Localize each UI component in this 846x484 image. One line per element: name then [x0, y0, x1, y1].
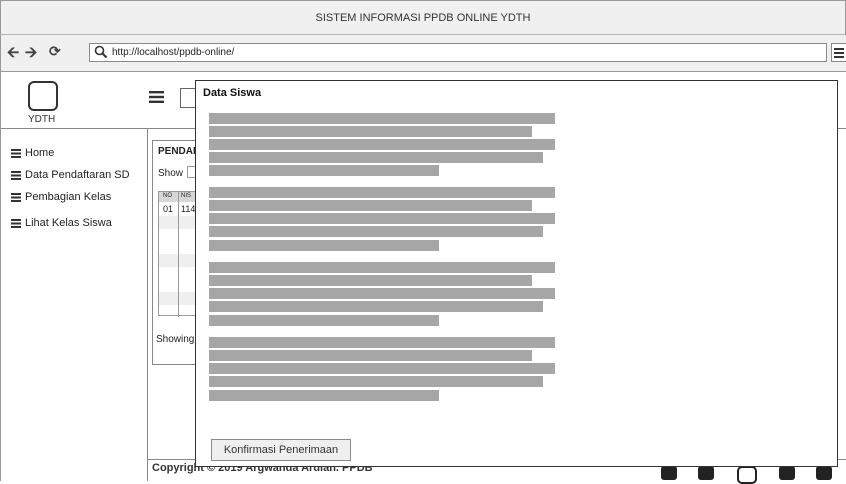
text-placeholder-line	[209, 337, 555, 348]
sidebar-divider	[147, 129, 148, 481]
text-placeholder-line	[209, 363, 555, 374]
column-divider	[178, 192, 179, 317]
text-placeholder-line	[209, 200, 532, 211]
text-placeholder-line	[209, 213, 555, 224]
konfirmasi-penerimaan-button[interactable]: Konfirmasi Penerimaan	[211, 439, 351, 461]
table-header-cell: NIS	[181, 193, 192, 199]
table-cell: 114	[181, 204, 196, 214]
reload-icon[interactable]: ⟳	[49, 44, 61, 59]
text-placeholder-line	[209, 240, 439, 251]
back-arrow-icon[interactable]: 🡨	[7, 45, 19, 60]
text-placeholder-line	[209, 165, 439, 176]
sidebar-item-label: Pembagian Kelas	[25, 191, 112, 203]
sidebar-item-home[interactable]: Home	[11, 147, 54, 159]
text-placeholder-line	[209, 226, 543, 237]
logo-text: YDTH	[28, 114, 56, 125]
rss-icon[interactable]	[661, 466, 677, 480]
sidebar-item-lihat-kelas[interactable]: Lihat Kelas Siswa	[11, 217, 112, 229]
sidebar: Home Data Pendaftaran SD Pembagian Kelas…	[1, 129, 147, 481]
search-icon	[94, 45, 108, 59]
address-bar[interactable]: http://localhost/ppdb-online/	[89, 43, 827, 62]
google-plus-icon[interactable]	[698, 466, 714, 480]
data-siswa-modal: Data Siswa Konfirmasi Penerimaan	[195, 80, 838, 467]
text-placeholder-line	[209, 139, 555, 150]
instagram-icon[interactable]	[737, 466, 757, 484]
facebook-icon[interactable]	[779, 466, 795, 480]
text-placeholder-line	[209, 152, 543, 163]
window-title: SISTEM INFORMASI PPDB ONLINE YDTH	[315, 11, 531, 24]
menu-lines-icon	[11, 170, 21, 180]
text-placeholder-line	[209, 187, 555, 198]
modal-title: Data Siswa	[203, 87, 262, 99]
twitter-icon[interactable]	[816, 466, 832, 480]
text-placeholder-line	[209, 301, 543, 312]
logo-icon	[28, 81, 58, 111]
menu-lines-icon	[11, 192, 21, 202]
text-placeholder-line	[209, 390, 439, 401]
sidebar-item-label: Lihat Kelas Siswa	[25, 217, 112, 229]
hamburger-menu-icon[interactable]	[149, 90, 165, 104]
text-placeholder-line	[209, 315, 439, 326]
browser-toolbar: 🡨 🡪 ⟳ http://localhost/ppdb-online/	[0, 35, 846, 72]
text-placeholder-line	[209, 376, 543, 387]
text-placeholder-line	[209, 113, 555, 124]
sidebar-item-label: Home	[25, 147, 55, 159]
table-header-cell: NO	[163, 193, 172, 199]
show-label: Show	[158, 168, 184, 179]
text-placeholder-line	[209, 350, 532, 361]
text-placeholder-line	[209, 275, 532, 286]
sidebar-item-data-pendaftaran[interactable]: Data Pendaftaran SD	[11, 169, 130, 181]
sidebar-item-label: Data Pendaftaran SD	[25, 169, 130, 181]
table-cell: 01	[163, 204, 174, 214]
forward-arrow-icon[interactable]: 🡪	[25, 45, 37, 60]
text-placeholder-line	[209, 262, 555, 273]
window-titlebar: SISTEM INFORMASI PPDB ONLINE YDTH	[0, 0, 846, 35]
menu-lines-icon	[11, 148, 21, 158]
url-text: http://localhost/ppdb-online/	[112, 47, 235, 58]
browser-menu-icon[interactable]	[831, 43, 846, 62]
text-placeholder-line	[209, 288, 555, 299]
sidebar-item-pembagian-kelas[interactable]: Pembagian Kelas	[11, 191, 111, 203]
text-placeholder-line	[209, 126, 532, 137]
menu-lines-icon	[11, 218, 21, 228]
showing-info: Showing	[156, 334, 195, 345]
